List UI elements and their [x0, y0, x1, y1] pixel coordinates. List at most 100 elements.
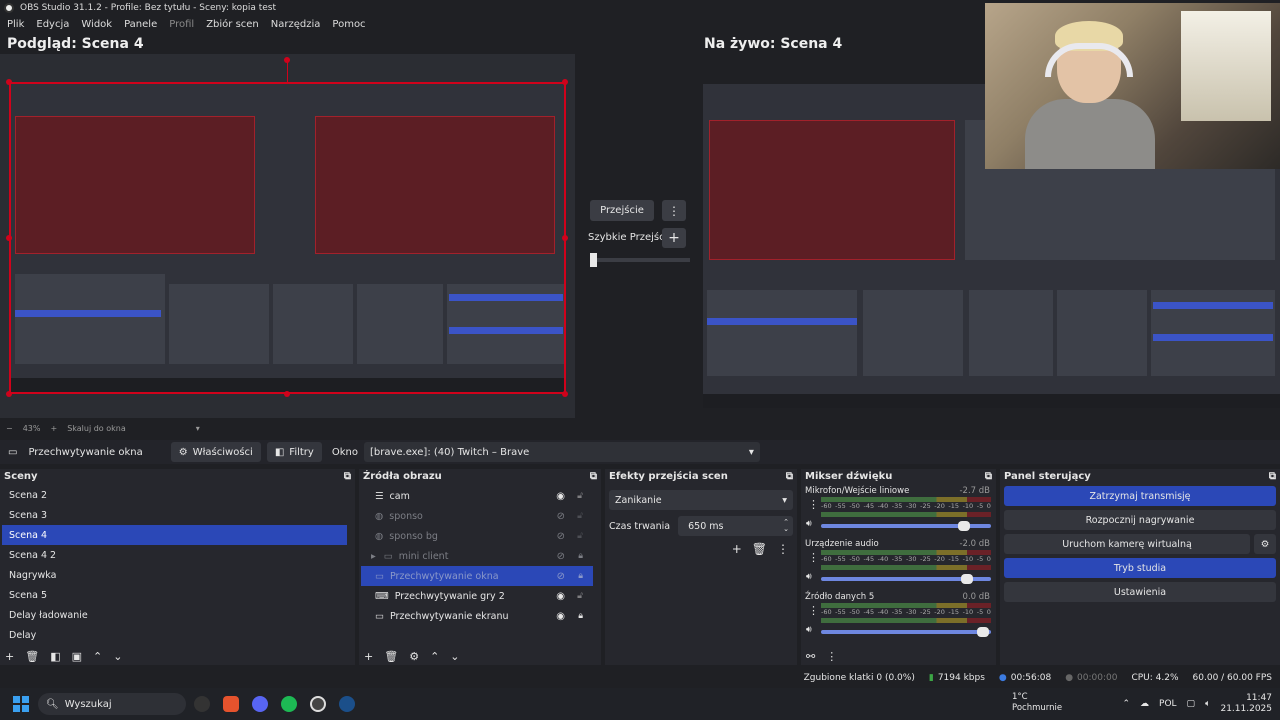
expand-icon[interactable]: ▸ [371, 551, 376, 562]
more-icon[interactable]: ⋮ [777, 542, 789, 556]
transition-type-select[interactable]: Zanikanie ▾ [609, 490, 793, 510]
speaker-icon[interactable]: 🔊︎ [806, 519, 812, 529]
source-item[interactable]: ◍ sponso ⊘ 🔓︎ [361, 506, 593, 526]
undock-icon[interactable]: ⧉ [786, 471, 793, 482]
language-indicator[interactable]: POL [1159, 699, 1177, 709]
undock-icon[interactable]: ⧉ [1269, 471, 1276, 482]
add-icon[interactable]: + [732, 542, 742, 556]
properties-icon[interactable]: ▣ [72, 650, 82, 663]
more-icon[interactable]: ⋮ [808, 551, 819, 564]
speaker-icon[interactable]: 🔈︎ [1205, 699, 1210, 709]
eye-hidden-icon[interactable]: ⊘ [557, 551, 565, 562]
scene-item[interactable]: Scena 4 2 [2, 545, 347, 565]
start-virtual-camera-button[interactable]: Uruchom kamerę wirtualną [1004, 534, 1250, 554]
trash-icon[interactable]: 🗑 [25, 650, 39, 663]
filter-icon[interactable]: ◧ [50, 650, 60, 663]
lock-icon[interactable]: 🔒︎ [578, 551, 583, 561]
properties-button[interactable]: ⚙ Właściwości [170, 442, 261, 462]
studio-mode-button[interactable]: Tryb studia [1004, 558, 1276, 578]
filters-button[interactable]: ◧ Filtry [266, 442, 322, 462]
undock-icon[interactable]: ⧉ [344, 471, 351, 482]
menu-tools[interactable]: Narzędzia [271, 19, 321, 30]
gear-icon[interactable]: ⚙ [1254, 534, 1276, 554]
chevron-down-icon[interactable]: ⌄ [450, 650, 459, 663]
start-recording-button[interactable]: Rozpocznij nagrywanie [1004, 510, 1276, 530]
add-icon[interactable]: + [5, 650, 14, 663]
eye-hidden-icon[interactable]: ⊘ [557, 531, 565, 542]
unlock-icon[interactable]: 🔓︎ [577, 491, 583, 501]
menu-profile[interactable]: Profil [169, 19, 194, 30]
menu-scene-collection[interactable]: Zbiór scen [206, 19, 259, 30]
menu-help[interactable]: Pomoc [332, 19, 365, 30]
volume-knob[interactable] [976, 627, 989, 637]
speaker-icon[interactable]: 🔊︎ [806, 572, 812, 582]
transition-slider-knob[interactable] [590, 253, 597, 267]
discord-icon[interactable] [252, 696, 268, 712]
spin-arrows-icon[interactable]: ⌃ ⌄ [783, 519, 789, 533]
spotify-icon[interactable] [281, 696, 297, 712]
lock-icon[interactable]: 🔒︎ [578, 611, 583, 621]
windows-start-icon[interactable] [13, 696, 29, 712]
settings-button[interactable]: Ustawienia [1004, 582, 1276, 602]
eye-hidden-icon[interactable]: ⊘ [557, 511, 565, 522]
more-icon[interactable]: ⋮ [808, 604, 819, 617]
volume-knob[interactable] [961, 574, 974, 584]
trash-icon[interactable]: 🗑 [752, 542, 767, 556]
undock-icon[interactable]: ⧉ [985, 471, 992, 482]
speaker-icon[interactable]: 🔊︎ [806, 625, 812, 635]
resize-handle-bl[interactable] [6, 391, 12, 397]
chevron-up-icon[interactable]: ⌃ [430, 650, 439, 663]
volume-slider[interactable] [821, 574, 991, 584]
chevron-down-icon[interactable]: ▾ [196, 424, 200, 433]
scale-mode-select[interactable]: Skaluj do okna [67, 424, 126, 433]
resize-handle-tr[interactable] [562, 79, 568, 85]
more-icon[interactable]: ⋮ [826, 650, 837, 663]
link-icon[interactable]: ⚯ [806, 650, 815, 663]
obs-icon[interactable] [310, 696, 326, 712]
resize-handle-br[interactable] [562, 391, 568, 397]
app-icon[interactable] [194, 696, 210, 712]
menu-edit[interactable]: Edycja [36, 19, 69, 30]
zoom-in-button[interactable]: + [50, 424, 57, 433]
resize-handle-b[interactable] [284, 391, 290, 397]
source-item[interactable]: ◍ sponso bg ⊘ 🔓︎ [361, 526, 593, 546]
duration-spinbox[interactable]: 650 ms ⌃ ⌄ [678, 516, 793, 536]
add-icon[interactable]: + [364, 650, 373, 663]
display-icon[interactable]: ▢ [1187, 699, 1196, 709]
scene-item[interactable]: Scena 2 [2, 485, 347, 505]
resize-handle-tl[interactable] [6, 79, 12, 85]
undock-icon[interactable]: ⧉ [590, 471, 597, 482]
chevron-down-icon[interactable]: ⌄ [113, 650, 122, 663]
add-quick-transition-icon[interactable]: + [662, 228, 686, 248]
volume-knob[interactable] [957, 521, 970, 531]
trash-icon[interactable]: 🗑 [384, 650, 398, 663]
unlock-icon[interactable]: 🔓︎ [577, 531, 583, 541]
menu-docks[interactable]: Panele [124, 19, 157, 30]
stop-streaming-button[interactable]: Zatrzymaj transmisję [1004, 486, 1276, 506]
weather-widget[interactable]: 1°C Pochmurnie [990, 692, 1062, 714]
unlock-icon[interactable]: 🔓︎ [577, 511, 583, 521]
resize-handle-l[interactable] [6, 235, 12, 241]
transition-slider[interactable] [590, 253, 690, 267]
scene-item[interactable]: Scena 4 [2, 525, 347, 545]
network-icon[interactable]: ☁ [1140, 699, 1149, 709]
source-item[interactable]: ▭ Przechwytywanie ekranu ◉ 🔒︎ [361, 606, 593, 626]
source-item[interactable]: ▸ ▭ mini client ⊘ 🔒︎ [361, 546, 593, 566]
transition-button[interactable]: Przejście [590, 200, 654, 221]
chevron-up-icon[interactable]: ⌃ [93, 650, 102, 663]
menu-view[interactable]: Widok [81, 19, 112, 30]
scene-item[interactable]: Delay ładowanie [2, 605, 347, 625]
eye-icon[interactable]: ◉ [556, 591, 565, 602]
clock[interactable]: 11:47 21.11.2025 [1220, 693, 1272, 715]
source-item[interactable]: ☰ cam ◉ 🔓︎ [361, 486, 593, 506]
steam-icon[interactable] [339, 696, 355, 712]
transition-menu-icon[interactable]: ⋮ [662, 200, 686, 221]
zoom-out-button[interactable]: − [6, 424, 13, 433]
window-select[interactable]: [brave.exe]: (40) Twitch – Brave ▾ [363, 442, 760, 462]
scene-item[interactable]: Scena 3 [2, 505, 347, 525]
scene-item[interactable]: Scena 5 [2, 585, 347, 605]
source-item[interactable]: ▭ Przechwytywanie okna ⊘ 🔒︎ [361, 566, 593, 586]
volume-slider[interactable] [821, 521, 991, 531]
volume-slider[interactable] [821, 627, 991, 637]
chevron-up-icon[interactable]: ⌃ [1122, 699, 1130, 709]
